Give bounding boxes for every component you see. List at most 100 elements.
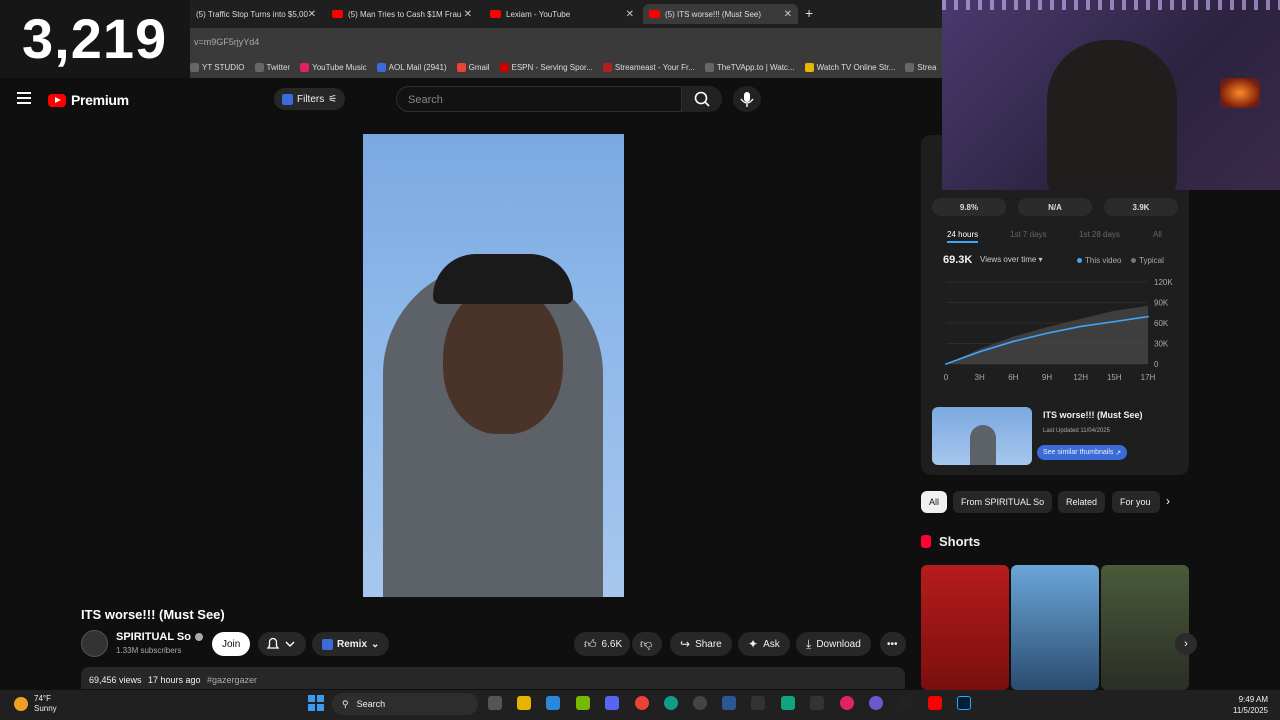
channel-name-text[interactable]: SPIRITUAL So: [116, 631, 191, 643]
search-input[interactable]: Search: [396, 86, 682, 112]
hamburger-menu-icon[interactable]: [17, 92, 31, 104]
capcut-icon[interactable]: [751, 696, 765, 710]
media-icon[interactable]: [840, 696, 854, 710]
new-tab-button[interactable]: +: [805, 5, 813, 21]
period-tab-7d[interactable]: 1st 7 days: [1010, 230, 1046, 239]
remix-button[interactable]: Remix ⌄: [312, 632, 390, 656]
weather-widget[interactable]: 74°F Sunny: [14, 694, 57, 714]
espn-icon: [499, 62, 509, 72]
chip-related[interactable]: Related: [1058, 491, 1106, 513]
bookmark-item[interactable]: YouTube Music: [300, 62, 367, 72]
url-text[interactable]: v=m9GF5rjyYd4: [194, 37, 259, 47]
youtube-favicon-icon: [332, 10, 343, 18]
ask-button[interactable]: ✦ Ask: [738, 632, 790, 656]
browser-tab-active[interactable]: (5) ITS worse!!! (Must See) ✕: [643, 4, 798, 24]
windows-start-icon[interactable]: [308, 695, 324, 711]
discord-icon[interactable]: [605, 696, 619, 710]
similar-thumbnails-button[interactable]: See similar thumbnails ↗: [1037, 445, 1128, 460]
period-tab-all[interactable]: All: [1153, 230, 1162, 239]
download-icon: ⤓: [806, 636, 812, 651]
youtube-favicon-icon: [649, 10, 660, 18]
chevron-right-icon[interactable]: ›: [1166, 494, 1170, 508]
browser-tab[interactable]: (5) Man Tries to Cash $1M Frau ✕: [326, 4, 478, 24]
terminal-icon[interactable]: [810, 696, 824, 710]
task-view-icon[interactable]: [488, 696, 502, 710]
close-tab-icon[interactable]: ✕: [784, 9, 792, 20]
notification-bell-button[interactable]: [258, 632, 306, 656]
shorts-next-button[interactable]: ›: [1175, 633, 1197, 655]
chatgpt-icon[interactable]: [781, 696, 795, 710]
video-player[interactable]: [363, 134, 624, 597]
bookmark-item[interactable]: AOL Mail (2941): [376, 62, 447, 72]
search-placeholder: Search: [408, 94, 443, 106]
settings-gear-icon[interactable]: [693, 696, 707, 710]
metric-select[interactable]: Views over time ▾: [980, 255, 1043, 264]
views-chart: 120K 90K 60K 30K 0 0 3H 6H 9H 12H 15H 17H: [944, 278, 1174, 382]
this-video-point: [1046, 332, 1048, 335]
nvidia-icon[interactable]: [576, 696, 590, 710]
short-thumbnail[interactable]: [1011, 565, 1099, 690]
channel-avatar[interactable]: [81, 630, 108, 657]
youtube-app-icon[interactable]: [928, 696, 942, 710]
chip-all[interactable]: All: [921, 491, 948, 513]
chevron-down-icon: ⌄: [371, 638, 380, 650]
close-tab-icon[interactable]: ✕: [626, 9, 634, 20]
search-button[interactable]: [682, 86, 722, 112]
close-tab-icon[interactable]: ✕: [464, 9, 472, 20]
file-explorer-icon[interactable]: [517, 696, 531, 710]
x-app-icon[interactable]: [898, 696, 912, 710]
extension-icon: [282, 93, 293, 105]
tv-icon: [804, 62, 814, 72]
chip-for-you[interactable]: For you: [1112, 491, 1160, 513]
taskbar-search[interactable]: ⚲ Search: [332, 693, 478, 715]
hashtag-link[interactable]: #gazergazer: [207, 675, 257, 685]
edge-icon[interactable]: [664, 696, 678, 710]
streameast-icon: [602, 62, 612, 72]
dislike-button[interactable]: 👎︎: [632, 632, 662, 656]
share-icon: ↪: [680, 637, 691, 651]
share-button[interactable]: ↪ Share: [670, 632, 732, 656]
download-button[interactable]: ⤓ Download: [796, 632, 871, 656]
browser-tab[interactable]: (5) Traffic Stop Turns into $5,00 ✕: [190, 4, 322, 24]
bookmark-item[interactable]: Gmail: [456, 62, 490, 72]
period-tab-24h[interactable]: 24 hours: [947, 230, 979, 243]
like-button[interactable]: 👍︎ 6.6K: [574, 632, 630, 656]
video-thumbnail[interactable]: [932, 407, 1032, 465]
photoshop-icon[interactable]: [957, 696, 971, 710]
thumbs-up-icon: 👍︎: [584, 636, 597, 651]
join-button[interactable]: Join: [212, 632, 251, 656]
system-clock[interactable]: 9:49 AM 11/5/2025: [1220, 694, 1268, 716]
notepad-icon[interactable]: [546, 696, 560, 710]
chrome-icon[interactable]: [635, 696, 649, 710]
short-thumbnail[interactable]: [1101, 565, 1189, 690]
filters-button[interactable]: Filters ⚟: [274, 88, 346, 110]
more-icon: •••: [887, 638, 898, 650]
bookmark-item[interactable]: Watch TV Online Str...: [804, 62, 895, 72]
bookmark-item[interactable]: Strea: [905, 62, 936, 72]
weather-condition: Sunny: [34, 704, 57, 713]
counter-value: 3,219: [22, 7, 168, 70]
bookmark-item[interactable]: Twitter: [254, 62, 290, 72]
y-tick-label: 120K: [1154, 278, 1173, 287]
bookmark-item[interactable]: YT STUDIO: [190, 62, 245, 72]
period-tab-28d[interactable]: 1st 28 days: [1079, 230, 1120, 239]
bookmark-item[interactable]: TheTVApp.to | Watc...: [704, 62, 795, 72]
microphone-icon: [740, 92, 754, 107]
youtube-music-icon: [300, 62, 310, 72]
chip-from-channel[interactable]: From SPIRITUAL So: [953, 491, 1053, 513]
typical-series-area: [946, 305, 1148, 364]
obs-icon[interactable]: [869, 696, 883, 710]
bookmark-item[interactable]: ESPN - Serving Spor...: [499, 62, 593, 72]
voice-search-button[interactable]: [733, 86, 761, 112]
aol-icon: [376, 62, 386, 72]
youtube-logo[interactable]: Premium: [48, 92, 129, 108]
temperature: 74°F: [34, 694, 51, 703]
short-thumbnail[interactable]: [921, 565, 1009, 690]
close-tab-icon[interactable]: ✕: [308, 9, 316, 20]
description-box[interactable]: 69,456 views 17 hours ago #gazergazer: [81, 667, 905, 689]
channel-name[interactable]: SPIRITUAL So: [116, 631, 203, 643]
app-icon[interactable]: [722, 696, 736, 710]
more-actions-button[interactable]: •••: [880, 632, 906, 656]
bookmark-item[interactable]: Streameast - Your Fr...: [602, 62, 695, 72]
browser-tab[interactable]: Lexiam - YouTube ✕: [484, 4, 640, 24]
